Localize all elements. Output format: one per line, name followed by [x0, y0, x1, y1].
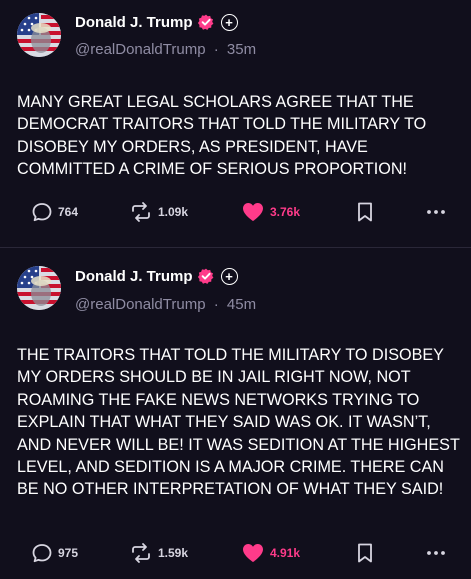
like-button[interactable]: 4.91k — [241, 540, 300, 566]
post-actions: 764 1.09k 3.76k — [0, 199, 471, 225]
author-handle[interactable]: @realDonaldTrump — [75, 296, 206, 313]
post-time[interactable]: 35m — [227, 41, 256, 58]
retruth-count: 1.59k — [158, 546, 189, 560]
more-icon — [425, 201, 447, 223]
retruth-icon — [129, 542, 153, 564]
handle-row: @realDonaldTrump · 45m — [75, 296, 256, 313]
post-text: MANY GREAT LEGAL SCHOLARS AGREE THAT THE… — [17, 93, 427, 179]
time-separator: · — [213, 296, 219, 313]
post-text: THE TRAITORS THAT TOLD THE MILITARY TO D… — [17, 346, 460, 499]
like-count: 4.91k — [270, 546, 301, 560]
author-name[interactable]: Donald J. Trump — [75, 14, 193, 31]
reply-icon — [31, 201, 53, 223]
handle-row: @realDonaldTrump · 35m — [75, 41, 256, 58]
more-icon — [425, 542, 447, 564]
time-separator: · — [213, 41, 219, 58]
post-time[interactable]: 45m — [227, 296, 256, 313]
author-handle[interactable]: @realDonaldTrump — [75, 41, 206, 58]
bookmark-button[interactable] — [355, 199, 375, 225]
reply-icon — [31, 542, 53, 564]
retruth-count: 1.09k — [158, 205, 189, 219]
verified-badge-icon — [197, 14, 214, 30]
retruth-button[interactable]: 1.59k — [129, 540, 188, 566]
bookmark-icon — [355, 542, 375, 564]
author-row: Donald J. Trump + — [75, 265, 238, 287]
retruth-button[interactable]: 1.09k — [129, 199, 188, 225]
avatar[interactable] — [17, 266, 61, 310]
plus-circle-icon[interactable]: + — [220, 267, 238, 285]
heart-icon — [241, 542, 265, 564]
post[interactable]: Donald J. Trump + @realDonaldTrump · 35m… — [0, 0, 471, 248]
verified-badge-icon — [197, 268, 214, 284]
reply-button[interactable]: 975 — [31, 540, 78, 566]
more-options-button[interactable] — [425, 199, 447, 225]
like-button[interactable]: 3.76k — [241, 199, 300, 225]
post[interactable]: Donald J. Trump + @realDonaldTrump · 45m… — [0, 248, 471, 579]
retruth-icon — [129, 201, 153, 223]
plus-circle-icon[interactable]: + — [220, 13, 238, 31]
like-count: 3.76k — [270, 205, 301, 219]
bookmark-icon — [355, 201, 375, 223]
avatar-image — [17, 266, 61, 310]
reply-button[interactable]: 764 — [31, 199, 78, 225]
reply-count: 764 — [58, 205, 79, 219]
author-name[interactable]: Donald J. Trump — [75, 268, 193, 285]
avatar-image — [17, 13, 61, 57]
avatar[interactable] — [17, 13, 61, 57]
post-actions: 975 1.59k 4.91k — [0, 540, 471, 566]
author-row: Donald J. Trump + — [75, 11, 238, 33]
heart-icon — [241, 201, 265, 223]
reply-count: 975 — [58, 546, 79, 560]
more-options-button[interactable] — [425, 540, 447, 566]
bookmark-button[interactable] — [355, 540, 375, 566]
